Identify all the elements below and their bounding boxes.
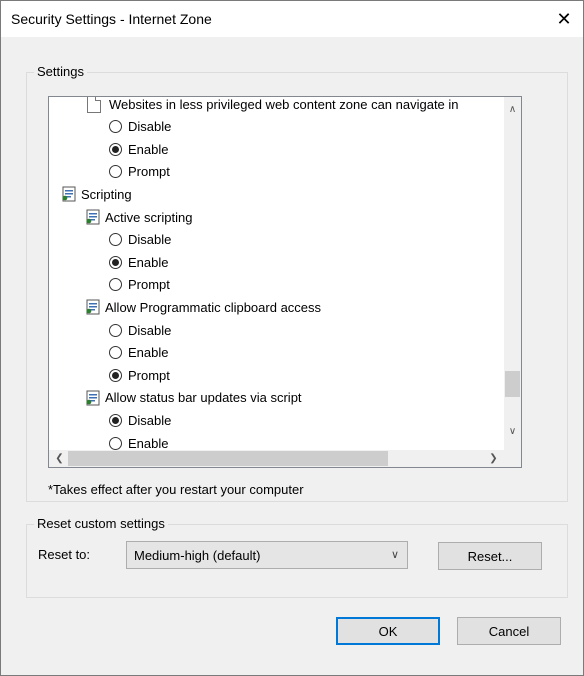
setting-label: Enable [128, 254, 169, 270]
setting-label: Disable [128, 119, 172, 135]
setting-category: Scripting [61, 183, 132, 205]
horizontal-scrollbar-thumb[interactable] [68, 451, 388, 466]
chevron-down-icon: ∨ [390, 549, 399, 561]
radio-unchecked-icon[interactable] [109, 346, 122, 360]
restart-note: *Takes effect after you restart your com… [48, 482, 304, 497]
setting-label: Prompt [128, 164, 170, 180]
setting-label: Disable [128, 412, 172, 428]
radio-option[interactable]: Prompt [109, 364, 170, 386]
reset-level-select[interactable]: Medium-high (default) ∨ [126, 541, 408, 569]
radio-checked-icon[interactable] [109, 255, 122, 269]
setting-label: Websites in less privileged web content … [109, 96, 459, 112]
window-title: Security Settings - Internet Zone [11, 11, 212, 27]
scrollbar-thumb[interactable] [505, 371, 520, 397]
close-icon[interactable]: ✕ [549, 5, 579, 33]
reset-to-label: Reset to: [38, 547, 91, 562]
radio-checked-icon[interactable] [109, 413, 122, 427]
setting-label: Allow status bar updates via script [105, 390, 302, 406]
reset-button[interactable]: Reset... [438, 542, 542, 570]
chevron-left-icon[interactable]: ❮ [51, 450, 68, 467]
setting-label: Active scripting [105, 209, 193, 225]
settings-legend: Settings [34, 64, 87, 79]
setting-category: Allow status bar updates via script [85, 387, 302, 409]
radio-option[interactable]: Disable [109, 116, 171, 138]
setting-category: Active scripting [85, 206, 192, 228]
radio-checked-icon[interactable] [109, 142, 122, 156]
horizontal-scrollbar[interactable]: ❮ ❯ [49, 450, 504, 467]
radio-unchecked-icon[interactable] [109, 436, 122, 450]
title-bar: Security Settings - Internet Zone ✕ [1, 1, 583, 37]
setting-item: Websites in less privileged web content … [87, 96, 459, 115]
radio-unchecked-icon[interactable] [109, 165, 122, 179]
setting-label: Disable [128, 322, 172, 338]
setting-label: Enable [128, 345, 169, 361]
radio-option[interactable]: Disable [109, 229, 171, 251]
scrollbar-corner [504, 450, 521, 467]
script-settings-icon [61, 186, 77, 202]
radio-unchecked-icon[interactable] [109, 120, 122, 134]
document-icon [87, 97, 101, 113]
cancel-button[interactable]: Cancel [457, 617, 561, 645]
chevron-up-icon[interactable]: ∧ [504, 101, 521, 118]
setting-label: Enable [128, 435, 169, 451]
setting-label: Prompt [128, 367, 170, 383]
radio-option[interactable]: Enable [109, 138, 168, 160]
settings-tree[interactable]: Websites in less privileged web content … [48, 96, 522, 468]
radio-checked-icon[interactable] [109, 368, 122, 382]
radio-option[interactable]: Enable [109, 342, 168, 364]
script-settings-icon [85, 390, 101, 406]
radio-option[interactable]: Prompt [109, 161, 170, 183]
setting-label: Enable [128, 141, 169, 157]
vertical-scrollbar[interactable]: ∧ ∨ [504, 97, 521, 450]
radio-option[interactable]: Disable [109, 409, 171, 431]
radio-unchecked-icon[interactable] [109, 323, 122, 337]
radio-option[interactable]: Prompt [109, 274, 170, 296]
script-settings-icon [85, 209, 101, 225]
reset-level-value: Medium-high (default) [134, 547, 261, 563]
setting-label: Disable [128, 232, 172, 248]
ok-button[interactable]: OK [336, 617, 440, 645]
setting-label: Scripting [81, 186, 132, 202]
setting-category: Allow Programmatic clipboard access [85, 296, 321, 318]
setting-label: Allow Programmatic clipboard access [105, 299, 322, 315]
radio-unchecked-icon[interactable] [109, 278, 122, 292]
reset-legend: Reset custom settings [34, 516, 168, 531]
chevron-down-icon[interactable]: ∨ [504, 423, 521, 440]
radio-unchecked-icon[interactable] [109, 233, 122, 247]
chevron-right-icon[interactable]: ❯ [485, 450, 502, 467]
setting-label: Prompt [128, 277, 170, 293]
script-settings-icon [85, 299, 101, 315]
radio-option[interactable]: Disable [109, 319, 171, 341]
radio-option[interactable]: Enable [109, 251, 168, 273]
